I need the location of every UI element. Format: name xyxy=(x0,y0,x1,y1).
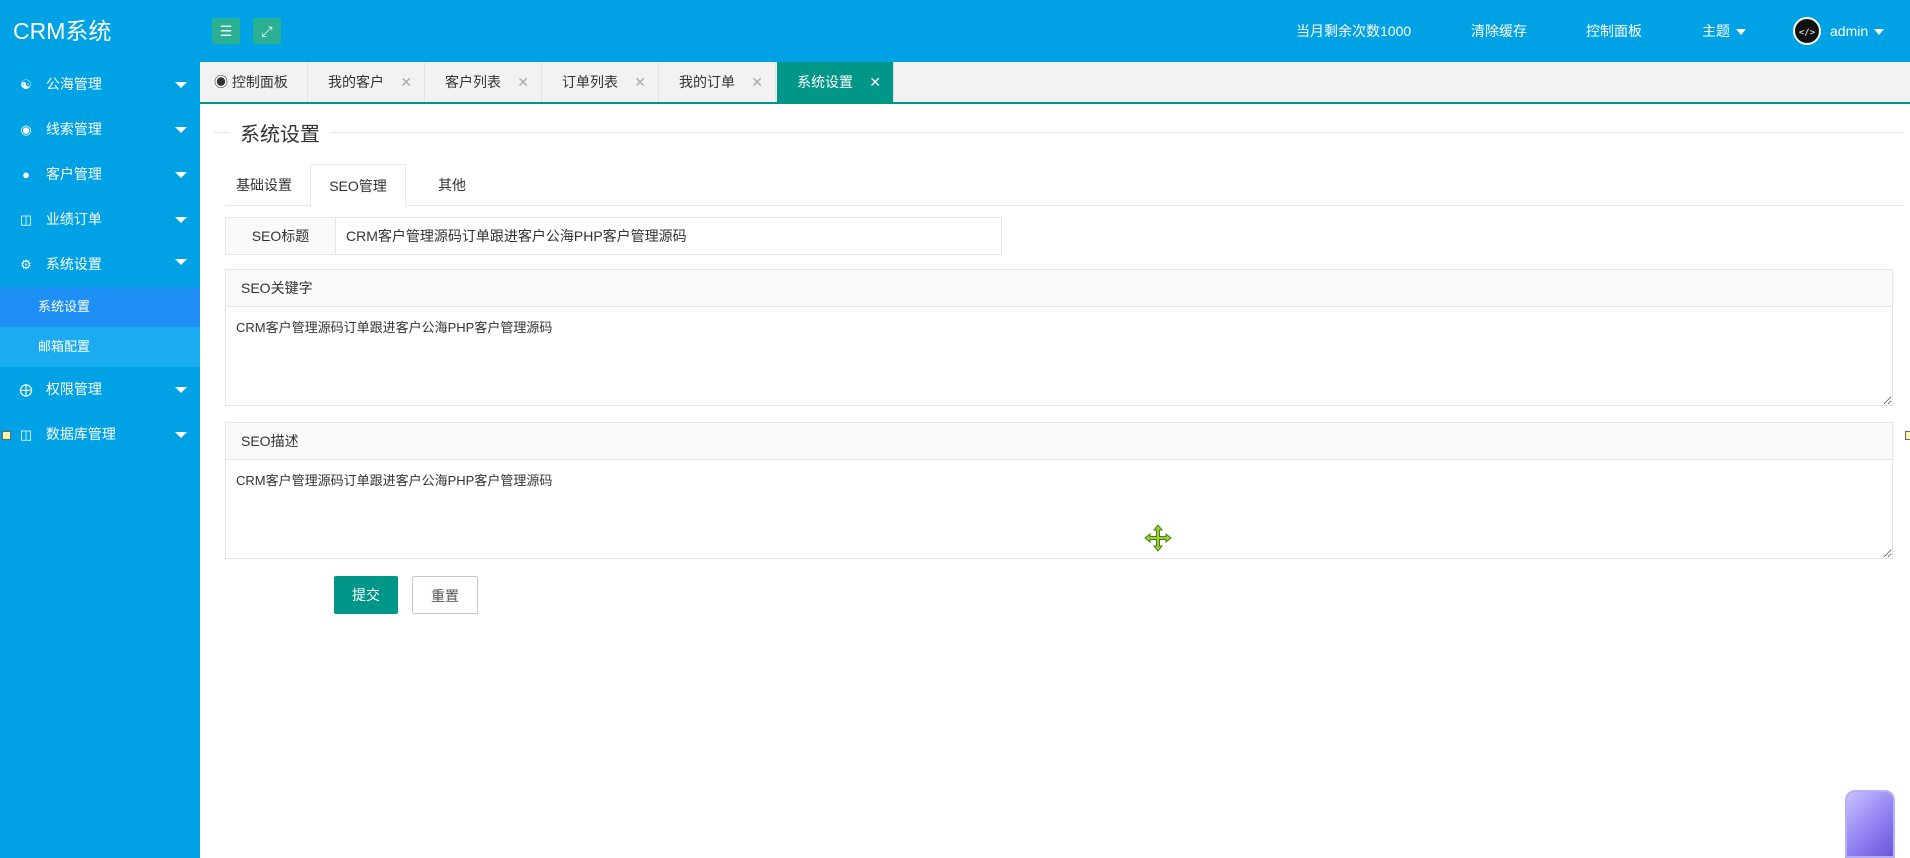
sidebar-item-database[interactable]: ◫ 数据库管理 xyxy=(0,412,200,457)
tab-label: 订单列表 xyxy=(562,74,618,90)
sidebar-item-label: 线索管理 xyxy=(45,121,102,137)
tab-label: 我的客户 xyxy=(328,74,384,90)
tab-dashboard[interactable]: ◉ 控制面板 xyxy=(200,62,308,102)
close-icon[interactable]: ✕ xyxy=(400,62,412,102)
move-cursor-icon xyxy=(1144,524,1172,552)
resize-handle-right[interactable] xyxy=(1905,431,1910,440)
user-icon: ● xyxy=(22,167,30,182)
sidebar-item-label: 系统设置 xyxy=(45,256,102,272)
page-title: 系统设置 xyxy=(230,118,330,147)
tab-other[interactable]: 其他 xyxy=(410,164,494,206)
tab-customer-list[interactable]: 客户列表 ✕ xyxy=(425,62,542,102)
sidebar-item-label: 公海管理 xyxy=(45,76,102,92)
remaining-count: 当月剩余次数1000 xyxy=(1296,23,1412,39)
sidebar-item-permissions[interactable]: ⨁ 权限管理 xyxy=(0,367,200,412)
chevron-down-icon xyxy=(175,259,187,265)
tab-my-customers[interactable]: 我的客户 ✕ xyxy=(308,62,425,102)
fullscreen-icon: ⤢ xyxy=(261,23,273,39)
chevron-down-icon xyxy=(175,127,187,133)
tab-seo-management[interactable]: SEO管理 xyxy=(310,164,406,207)
sidebar-item-settings[interactable]: ⚙ 系统设置 xyxy=(0,242,200,287)
theme-label: 主题 xyxy=(1702,23,1730,39)
seo-title-input[interactable] xyxy=(336,218,1001,254)
tab-label: 客户列表 xyxy=(445,74,501,90)
reset-button[interactable]: 重置 xyxy=(412,576,478,614)
user-menu[interactable]: admin xyxy=(1830,0,1885,62)
divider xyxy=(214,132,1904,133)
seo-description-block: SEO描述 CRM客户管理源码订单跟进客户公海PHP客户管理源码 xyxy=(225,422,1893,559)
settings-tabs: 基础设置 SEO管理 其他 xyxy=(226,164,1904,207)
close-icon[interactable]: ✕ xyxy=(869,62,881,102)
theme-dropdown[interactable]: 主题 xyxy=(1702,0,1746,62)
username: admin xyxy=(1830,23,1869,39)
sidebar-subitem-mail-config[interactable]: 邮箱配置 xyxy=(0,327,200,367)
dashboard-link[interactable]: 控制面板 xyxy=(1586,0,1642,62)
sidebar-item-leads[interactable]: ◉ 线索管理 xyxy=(0,107,200,152)
close-icon[interactable]: ✕ xyxy=(634,62,646,102)
chevron-down-icon xyxy=(175,387,187,393)
assistant-launcher-icon[interactable] xyxy=(1845,790,1895,858)
sidebar-item-label: 业绩订单 xyxy=(45,211,102,227)
seo-description-textarea[interactable]: CRM客户管理源码订单跟进客户公海PHP客户管理源码 xyxy=(226,460,1892,558)
seo-keywords-block: SEO关键字 CRM客户管理源码订单跟进客户公海PHP客户管理源码 xyxy=(225,269,1893,406)
seo-description-label: SEO描述 xyxy=(226,423,1892,460)
fullscreen-button[interactable]: ⤢ xyxy=(253,18,281,44)
seo-keywords-label: SEO关键字 xyxy=(226,270,1892,307)
chevron-down-icon xyxy=(175,432,187,438)
tab-basic-settings[interactable]: 基础设置 xyxy=(226,164,302,206)
tab-my-orders[interactable]: 我的订单 ✕ xyxy=(659,62,776,102)
app-logo: CRM系统 xyxy=(13,18,112,44)
sidebar-subitem-system-settings[interactable]: 系统设置 xyxy=(0,287,200,327)
sidebar-item-label: 权限管理 xyxy=(45,381,102,397)
database-icon: ◫ xyxy=(19,212,33,227)
tab-system-settings[interactable]: 系统设置 ✕ xyxy=(777,62,894,102)
clear-cache-link[interactable]: 清除缓存 xyxy=(1471,0,1527,62)
close-icon[interactable]: ✕ xyxy=(517,62,529,102)
caret-down-icon xyxy=(1736,29,1746,36)
sidebar-item-label: 数据库管理 xyxy=(45,426,116,442)
sidebar-item-label: 客户管理 xyxy=(45,166,102,182)
resize-handle-left[interactable] xyxy=(2,431,11,440)
seo-title-row: SEO标题 xyxy=(225,217,1002,255)
seo-keywords-textarea[interactable]: CRM客户管理源码订单跟进客户公海PHP客户管理源码 xyxy=(226,307,1892,405)
chevron-down-icon xyxy=(175,172,187,178)
users-icon: ☯ xyxy=(20,77,32,92)
menu-icon: ☰ xyxy=(219,23,233,39)
sidebar-item-sea-management[interactable]: ☯ 公海管理 xyxy=(0,62,200,107)
tab-order-list[interactable]: 订单列表 ✕ xyxy=(542,62,659,102)
lifebuoy-icon: ⨁ xyxy=(19,382,33,397)
tab-label: 系统设置 xyxy=(797,74,853,90)
tab-label: 控制面板 xyxy=(231,74,288,90)
globe-icon: ◉ xyxy=(214,74,228,90)
close-icon[interactable]: ✕ xyxy=(751,62,763,102)
caret-down-icon xyxy=(1874,29,1885,36)
database-icon: ◫ xyxy=(19,427,33,442)
tab-bar: ◉ 控制面板 我的客户 ✕ 客户列表 ✕ 订单列表 ✕ 我的订单 ✕ 系统设置 … xyxy=(200,62,1910,104)
chevron-down-icon xyxy=(175,82,187,88)
sidebar-item-orders[interactable]: ◫ 业绩订单 xyxy=(0,197,200,242)
gear-icon: ⚙ xyxy=(20,257,32,272)
avatar[interactable]: </> xyxy=(1793,17,1821,45)
sidebar-item-customers[interactable]: ● 客户管理 xyxy=(0,152,200,197)
tab-label: 我的订单 xyxy=(679,74,735,90)
submit-button[interactable]: 提交 xyxy=(334,576,398,614)
chevron-down-icon xyxy=(175,217,187,223)
menu-toggle-button[interactable]: ☰ xyxy=(212,18,240,44)
main-content: 系统设置 基础设置 SEO管理 其他 SEO标题 SEO关键字 CRM客户管理源… xyxy=(200,104,1910,858)
sidebar: CRM系统 ☯ 公海管理 ◉ 线索管理 ● 客户管理 ◫ 业绩订单 ⚙ 系统设置… xyxy=(0,0,200,858)
globe-icon: ◉ xyxy=(20,122,32,137)
top-header: ☰ ⤢ 当月剩余次数1000 清除缓存 控制面板 主题 </> admin xyxy=(200,0,1910,62)
seo-title-label: SEO标题 xyxy=(226,218,336,254)
